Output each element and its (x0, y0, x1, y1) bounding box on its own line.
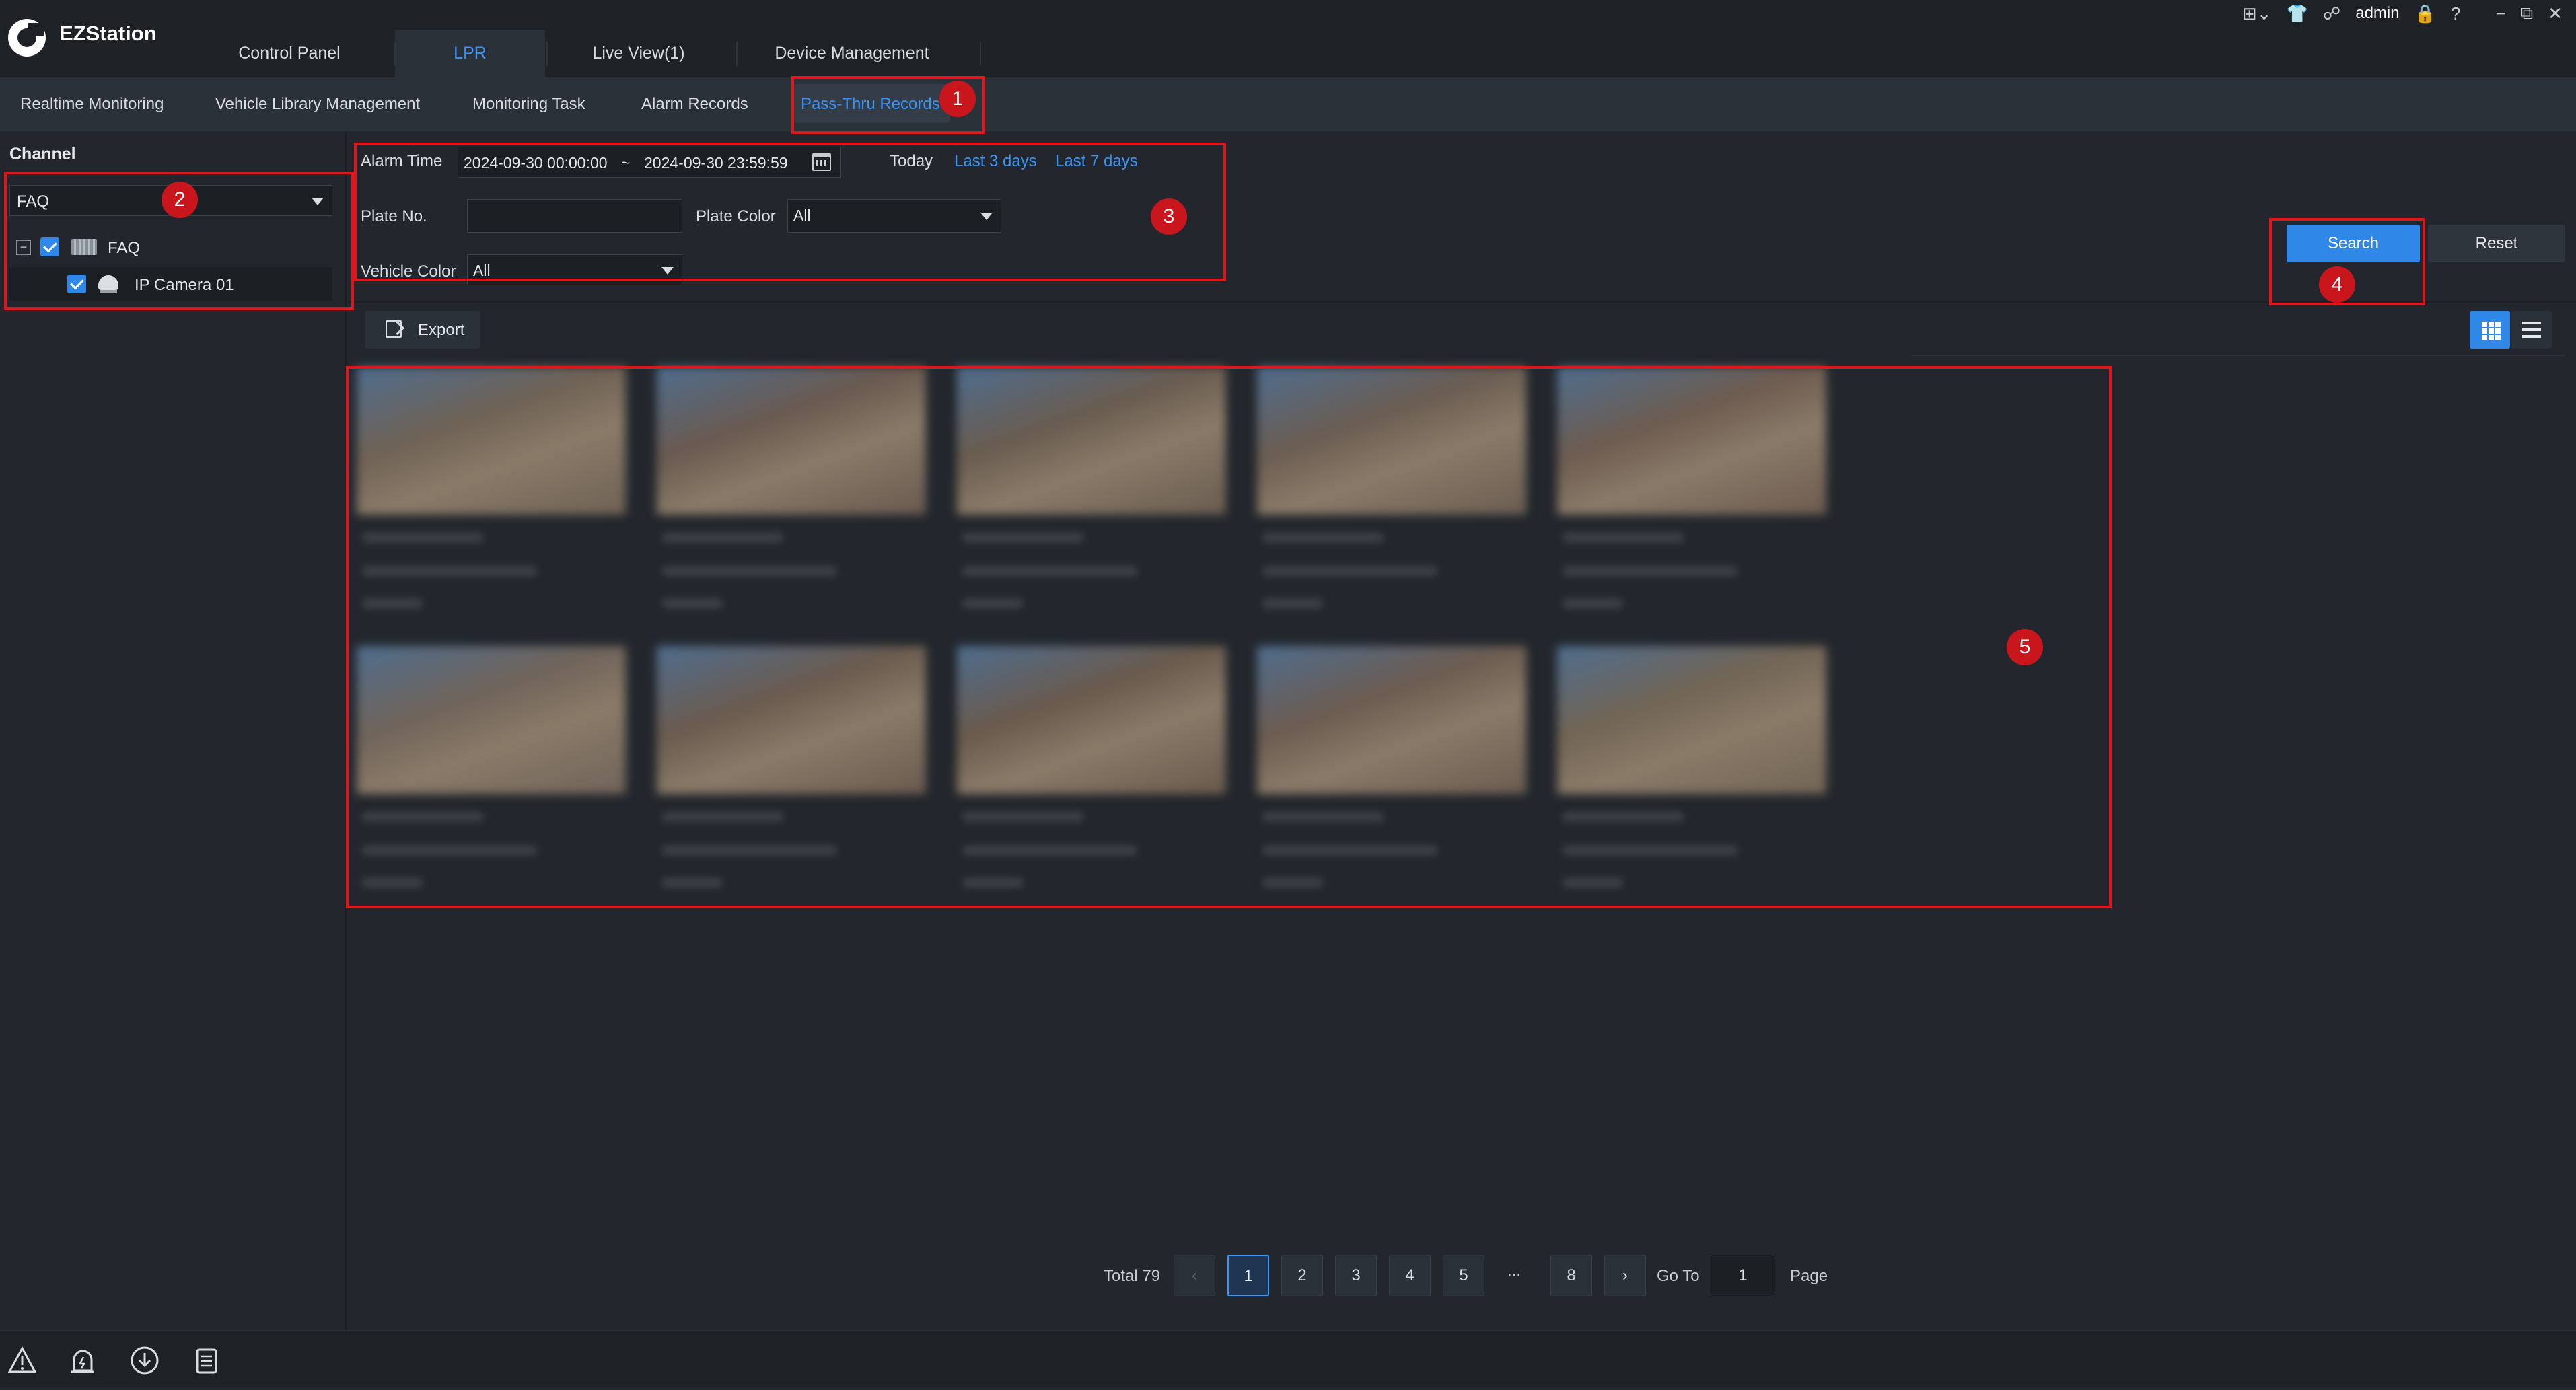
subtab-realtime-monitoring[interactable]: Realtime Monitoring (20, 77, 164, 131)
subtab-monitoring-task[interactable]: Monitoring Task (472, 77, 585, 131)
pagination: Total 79 ‹ 1 2 3 4 5 ... 8 › Go To Page (1104, 1255, 1844, 1296)
export-icon (386, 320, 402, 338)
download-icon[interactable] (129, 1345, 160, 1376)
help-icon[interactable]: ? (2451, 3, 2460, 24)
tab-control-panel[interactable]: Control Panel (202, 30, 377, 77)
restore-icon[interactable]: ⧉ (2521, 3, 2534, 24)
annotation-box (346, 366, 2112, 908)
subtab-vehicle-library-management[interactable]: Vehicle Library Management (215, 77, 420, 131)
tab-separator (980, 42, 981, 66)
page-button[interactable]: 1 (1227, 1255, 1269, 1296)
page-label: Page (1790, 1267, 1828, 1285)
annotation-number: 4 (2319, 266, 2355, 303)
export-label: Export (418, 321, 465, 339)
skin-shirt-icon[interactable]: 👕 (2287, 3, 2308, 24)
next-page-button[interactable]: › (1604, 1255, 1646, 1296)
sub-navigation: Realtime Monitoring Vehicle Library Mana… (0, 77, 2576, 131)
page-button[interactable]: 4 (1389, 1255, 1431, 1296)
app-name: EZStation (59, 22, 157, 45)
task-list-icon[interactable] (191, 1345, 222, 1376)
export-button[interactable]: Export (365, 311, 480, 349)
annotation-number: 5 (2007, 629, 2043, 665)
subtab-alarm-records[interactable]: Alarm Records (641, 77, 748, 131)
grid-view-button[interactable] (2470, 311, 2510, 349)
user-group-icon[interactable]: ☍ (2323, 3, 2340, 24)
system-controls: ⊞⌄ 👕 ☍ admin 🔒 ? − ⧉ ✕ (2242, 0, 2563, 27)
status-bar (0, 1330, 2576, 1387)
device-alert-icon[interactable] (67, 1345, 98, 1376)
page-button[interactable]: 8 (1550, 1255, 1592, 1296)
goto-page-input[interactable] (1711, 1255, 1775, 1296)
page-ellipsis: ... (1507, 1261, 1522, 1280)
alarm-warning-icon[interactable] (7, 1345, 38, 1376)
minimize-icon[interactable]: − (2495, 3, 2505, 24)
prev-page-button[interactable]: ‹ (1174, 1255, 1215, 1296)
list-view-button[interactable] (2511, 311, 2552, 349)
app-logo (8, 19, 46, 57)
goto-label: Go To (1657, 1267, 1700, 1285)
layout-grid-icon[interactable]: ⊞⌄ (2242, 3, 2272, 24)
total-count: Total 79 (1104, 1267, 1161, 1285)
user-name[interactable]: admin (2355, 4, 2399, 23)
page-button[interactable]: 5 (1443, 1255, 1484, 1296)
tab-device-management[interactable]: Device Management (738, 30, 966, 77)
annotation-number: 1 (939, 81, 976, 117)
page-button[interactable]: 2 (1281, 1255, 1323, 1296)
annotation-box (354, 143, 1226, 281)
reset-button[interactable]: Reset (2428, 225, 2565, 262)
tab-lpr[interactable]: LPR (395, 30, 545, 77)
annotation-number: 3 (1151, 198, 1187, 235)
channel-panel: Channel FAQ − FAQ IP Camera 01 (0, 131, 347, 1330)
lock-icon[interactable]: 🔒 (2414, 3, 2436, 24)
annotation-number: 2 (162, 182, 198, 218)
title-bar: EZStation Control Panel LPR Live View(1)… (0, 0, 2576, 77)
tab-live-view[interactable]: Live View(1) (548, 30, 729, 77)
channel-title: Channel (9, 145, 76, 163)
close-icon[interactable]: ✕ (2548, 3, 2563, 24)
divider (1911, 355, 2564, 356)
page-button[interactable]: 3 (1335, 1255, 1377, 1296)
